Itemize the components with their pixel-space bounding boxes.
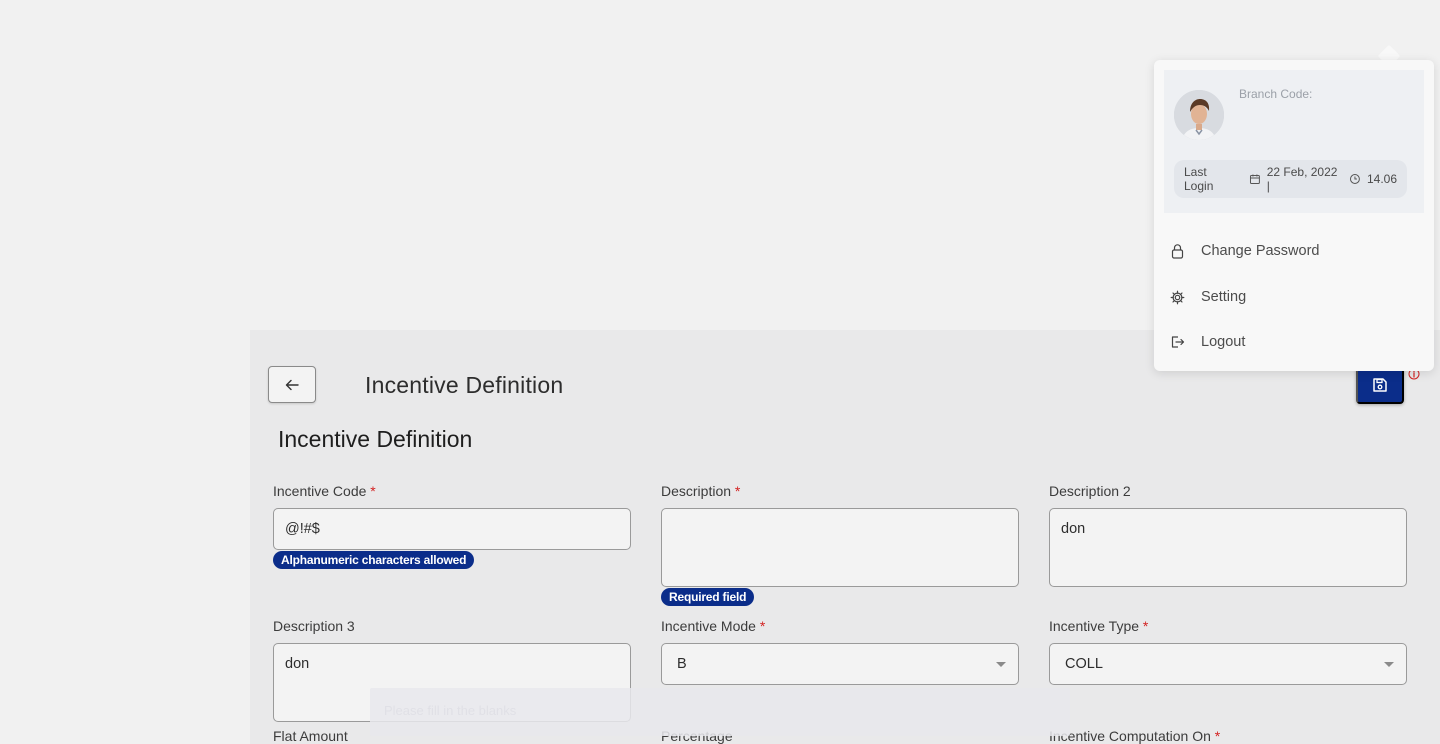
incentive-mode-value: B (677, 656, 687, 672)
save-icon (1373, 378, 1387, 392)
incentive-code-error-badge: Alphanumeric characters allowed (273, 551, 475, 569)
incentive-mode-select[interactable]: B (661, 643, 1019, 685)
caret-down-icon (1384, 662, 1394, 667)
description-textarea[interactable] (661, 508, 1019, 587)
branch-code-label: Branch Code: (1239, 87, 1313, 101)
back-button[interactable] (268, 366, 316, 403)
last-login-chip: Last Login 22 Feb, 2022 | 14.06 (1174, 160, 1407, 198)
calendar-icon (1249, 174, 1260, 184)
user-photo-icon (1174, 90, 1224, 140)
menu-item-logout[interactable]: Logout (1170, 330, 1245, 354)
incentive-mode-label: Incentive Mode * (661, 618, 766, 634)
menu-item-change-password[interactable]: Change Password (1170, 239, 1320, 263)
last-login-label: Last Login (1184, 165, 1214, 193)
incentive-type-value: COLL (1065, 656, 1103, 672)
last-login-time: 14.06 (1366, 172, 1397, 186)
incentive-code-input[interactable]: @!#$ (273, 508, 631, 550)
save-button[interactable] (1356, 366, 1404, 404)
page-title: Incentive Definition (365, 372, 564, 398)
incentive-type-select[interactable]: COLL (1049, 643, 1407, 685)
flat-amount-label: Flat Amount (273, 728, 348, 744)
clock-icon (1350, 174, 1360, 184)
avatar (1174, 90, 1224, 140)
description2-label: Description 2 (1049, 483, 1131, 499)
menu-item-setting[interactable]: Setting (1170, 285, 1246, 309)
description-label: Description * (661, 483, 741, 499)
logout-icon (1171, 336, 1185, 348)
incentive-code-label: Incentive Code * (273, 483, 376, 499)
description3-label: Description 3 (273, 618, 355, 634)
menu-item-label: Change Password (1201, 243, 1320, 259)
incentive-computation-on-label: Incentive Computation On * (1049, 728, 1221, 744)
section-title: Incentive Definition (278, 426, 473, 452)
last-login-date: 22 Feb, 2022 | (1266, 165, 1338, 193)
caret-down-icon (996, 662, 1006, 667)
gear-icon (1170, 290, 1185, 304)
toast-notification: Please fill in the blanks (370, 688, 1070, 736)
lock-icon (1171, 244, 1184, 259)
profile-header: Branch Code: Last Login 22 Feb, 2022 | 1… (1164, 70, 1424, 213)
toast-text: Please fill in the blanks (384, 703, 517, 718)
description-error-badge: Required field (661, 588, 755, 606)
profile-menu: Branch Code: Last Login 22 Feb, 2022 | 1… (1154, 60, 1434, 371)
menu-item-label: Setting (1201, 289, 1247, 305)
arrow-left-icon (285, 379, 299, 390)
incentive-type-label: Incentive Type * (1049, 618, 1149, 634)
description2-textarea[interactable]: don (1049, 508, 1407, 587)
menu-item-label: Logout (1201, 334, 1246, 350)
